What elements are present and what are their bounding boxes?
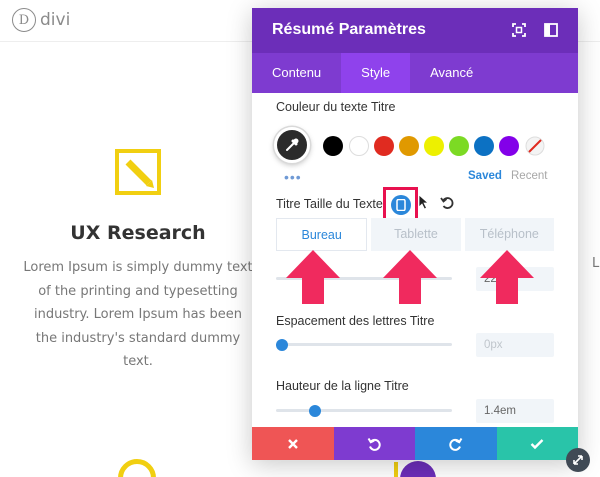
mouse-cursor-icon [418, 194, 430, 210]
annotation-arrow-up [286, 250, 340, 304]
line-height-input[interactable]: 1.4em [476, 399, 554, 423]
line-height-slider-track[interactable] [276, 409, 452, 412]
device-tab-phone[interactable]: Téléphone [464, 218, 554, 251]
divi-logo[interactable]: D divi [12, 8, 70, 32]
checkmark-icon [530, 438, 544, 449]
tab-advanced[interactable]: Avancé [410, 53, 493, 93]
tablet-icon [395, 198, 406, 211]
no-color-icon[interactable] [525, 136, 545, 156]
resize-icon [573, 455, 583, 465]
tab-style[interactable]: Style [341, 53, 411, 93]
swatch-white[interactable] [349, 136, 369, 156]
resize-handle[interactable] [566, 448, 590, 472]
more-options-icon[interactable]: ••• [284, 169, 302, 185]
redo-button[interactable] [415, 427, 497, 460]
responsive-toggle-button[interactable] [383, 187, 418, 222]
reset-icon[interactable] [440, 196, 454, 210]
logo-mark: D [12, 8, 36, 32]
saved-colors-link[interactable]: Saved [468, 170, 502, 182]
letter-spacing-slider-track[interactable] [276, 343, 452, 346]
sidebar-toggle-icon[interactable] [544, 23, 558, 37]
logo-text: divi [40, 10, 71, 30]
color-picker-button[interactable] [274, 127, 310, 163]
tab-content[interactable]: Contenu [252, 53, 341, 93]
pencil-square-icon [115, 149, 161, 195]
annotation-arrow-up [480, 250, 534, 304]
swatch-blue[interactable] [474, 136, 494, 156]
recent-colors-link[interactable]: Recent [511, 170, 547, 182]
modal-tabs: Contenu Style Avancé [252, 53, 578, 93]
eyedropper-icon [286, 138, 299, 151]
line-height-label: Hauteur de la ligne Titre [276, 379, 409, 393]
next-card-text: L [592, 256, 600, 271]
card-description: Lorem Ipsum is simply dummy text of the … [23, 260, 253, 369]
swatch-orange[interactable] [399, 136, 419, 156]
modal-footer [252, 427, 578, 460]
modal-header: Résumé Paramètres [252, 8, 578, 53]
partial-icon-ring [118, 459, 156, 477]
swatch-purple[interactable] [499, 136, 519, 156]
undo-button[interactable] [333, 427, 415, 460]
modal-title: Résumé Paramètres [272, 21, 426, 38]
redo-icon [449, 437, 463, 451]
close-icon [287, 438, 298, 449]
swatch-red[interactable] [374, 136, 394, 156]
settings-modal: Résumé Paramètres Contenu Style Avancé C… [252, 8, 578, 460]
device-tab-tablet[interactable]: Tablette [371, 218, 461, 251]
letter-spacing-slider-knob[interactable] [276, 339, 288, 351]
line-height-slider-knob[interactable] [308, 405, 321, 417]
swatch-green[interactable] [449, 136, 469, 156]
letter-spacing-input[interactable]: 0px [476, 333, 554, 357]
cancel-button[interactable] [252, 427, 334, 460]
swatch-black[interactable] [323, 136, 343, 156]
card-title: UX Research [70, 222, 206, 244]
undo-icon [367, 437, 381, 451]
swatch-yellow[interactable] [424, 136, 444, 156]
text-color-label: Couleur du texte Titre [276, 100, 396, 114]
font-size-label: Titre Taille du Texte [276, 197, 383, 211]
expand-icon[interactable] [512, 23, 526, 37]
annotation-arrow-up [383, 250, 437, 304]
letter-spacing-label: Espacement des lettres Titre [276, 314, 435, 328]
device-tabs: Bureau Tablette Téléphone [276, 218, 554, 251]
device-tab-desktop[interactable]: Bureau [276, 218, 368, 251]
